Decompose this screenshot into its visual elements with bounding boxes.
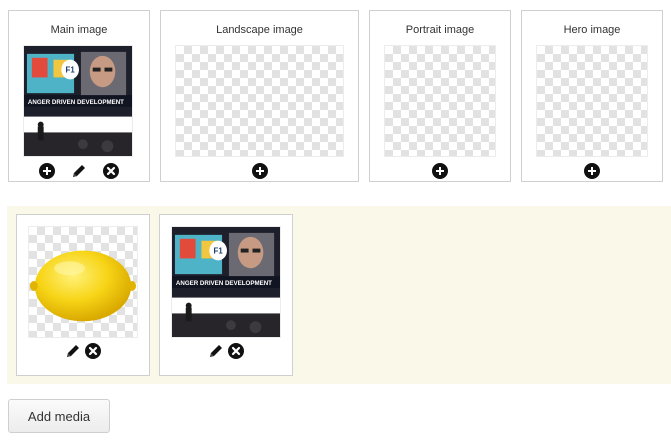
photo-badge-text: F1 (66, 66, 76, 75)
slot-title: Portrait image (405, 24, 475, 36)
photo-banner-text: ANGER DRIVEN DEVELOPMENT (28, 99, 124, 106)
hero-image-actions (522, 163, 662, 179)
image-field-widget: Main image F1 ANGER DRIVEN DEVELOPMENT L… (0, 0, 671, 442)
plus-circle-icon[interactable] (39, 163, 55, 179)
slot-title: Landscape image (216, 24, 303, 36)
x-circle-icon[interactable] (85, 343, 101, 359)
slot-landscape-image: Landscape image (160, 10, 359, 182)
lemon-photo (29, 250, 137, 322)
slot-main-image: Main image F1 ANGER DRIVEN DEVELOPMENT (8, 10, 150, 182)
slot-hero-image: Hero image (521, 10, 663, 182)
pencil-icon[interactable] (65, 343, 81, 359)
portrait-image-placeholder[interactable] (384, 45, 496, 157)
x-circle-icon[interactable] (228, 343, 244, 359)
photo-badge-text: F1 (214, 247, 224, 256)
slot-title: Hero image (563, 24, 621, 36)
add-media-button[interactable]: Add media (8, 399, 110, 433)
conference-photo: F1 ANGER DRIVEN DEVELOPMENT (24, 46, 132, 156)
landscape-image-placeholder[interactable] (175, 45, 344, 157)
main-image-thumbnail[interactable]: F1 ANGER DRIVEN DEVELOPMENT (23, 45, 133, 157)
lemon-actions (17, 343, 149, 359)
main-image-actions (9, 163, 149, 179)
hero-image-placeholder[interactable] (536, 45, 648, 157)
landscape-image-actions (161, 163, 358, 179)
x-circle-icon[interactable] (103, 163, 119, 179)
plus-circle-icon[interactable] (432, 163, 448, 179)
media-item-conference[interactable]: F1 ANGER DRIVEN DEVELOPMENT (159, 214, 293, 376)
slot-title: Main image (50, 24, 108, 36)
lemon-thumbnail[interactable] (28, 226, 138, 338)
plus-circle-icon[interactable] (251, 163, 268, 179)
conference-photo: F1 ANGER DRIVEN DEVELOPMENT (172, 227, 280, 337)
plus-circle-icon[interactable] (584, 163, 600, 179)
conference-thumbnail[interactable]: F1 ANGER DRIVEN DEVELOPMENT (171, 226, 281, 338)
photo-banner-text: ANGER DRIVEN DEVELOPMENT (176, 280, 272, 287)
portrait-image-actions (370, 163, 510, 179)
slot-portrait-image: Portrait image (369, 10, 511, 182)
media-item-lemon[interactable] (16, 214, 150, 376)
conference-actions (160, 343, 292, 359)
pencil-icon[interactable] (71, 163, 87, 179)
pencil-icon[interactable] (208, 343, 224, 359)
